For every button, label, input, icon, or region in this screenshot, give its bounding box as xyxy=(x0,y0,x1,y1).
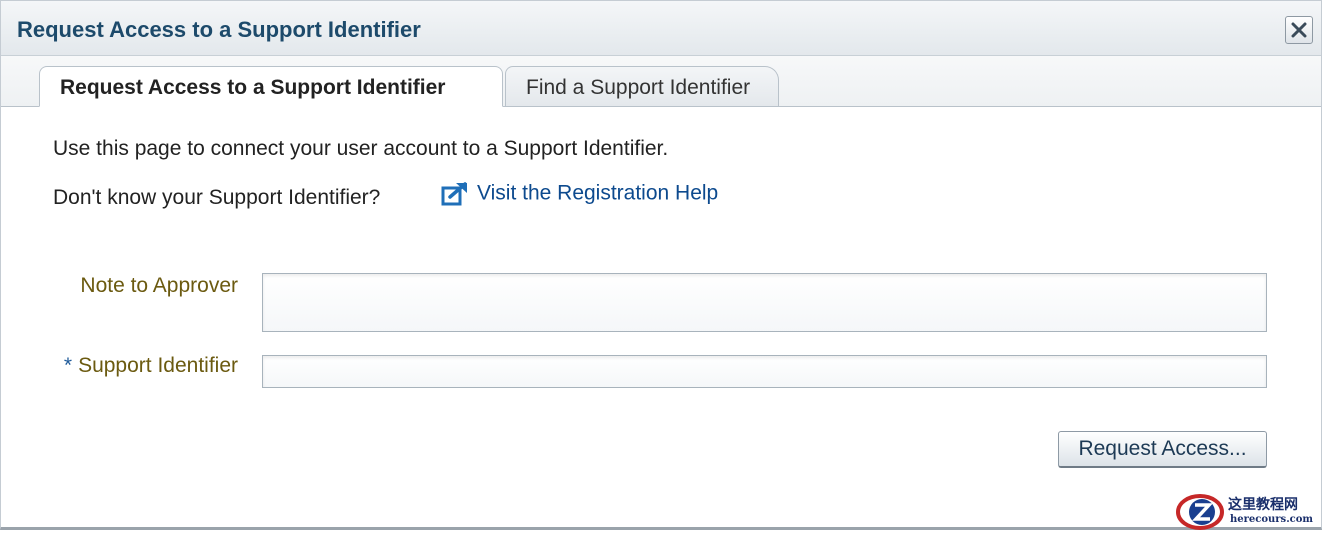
dialog-title: Request Access to a Support Identifier xyxy=(17,17,421,42)
support-identifier-field[interactable] xyxy=(262,355,1267,388)
tab-find-support-identifier[interactable]: Find a Support Identifier xyxy=(505,66,779,106)
request-access-dialog: Request Access to a Support Identifier R… xyxy=(0,0,1322,530)
support-identifier-label-row: * Support Identifier xyxy=(64,354,238,378)
help-question: Don't know your Support Identifier? xyxy=(53,186,381,209)
close-icon xyxy=(1291,22,1307,38)
registration-help-link[interactable]: Visit the Registration Help xyxy=(441,181,718,207)
close-button[interactable] xyxy=(1285,16,1313,44)
note-to-approver-label: Note to Approver xyxy=(80,274,238,297)
watermark: 这里教程网 herecours.com xyxy=(1172,490,1322,534)
required-marker: * xyxy=(63,354,73,377)
tab-request-access[interactable]: Request Access to a Support Identifier xyxy=(39,66,503,107)
request-access-button[interactable]: Request Access... xyxy=(1058,431,1267,468)
intro-text: Use this page to connect your user accou… xyxy=(53,137,669,160)
watermark-logo-icon xyxy=(1176,494,1224,530)
registration-help-label: Visit the Registration Help xyxy=(477,181,719,205)
watermark-chinese-text: 这里教程网 xyxy=(1228,497,1298,513)
watermark-site: herecours.com xyxy=(1230,514,1314,525)
tab-strip: Request Access to a Support Identifier F… xyxy=(1,56,1321,107)
tab-content: Use this page to connect your user accou… xyxy=(1,107,1321,527)
dialog-titlebar: Request Access to a Support Identifier xyxy=(1,1,1321,56)
external-link-icon xyxy=(441,182,467,206)
support-identifier-label: Support Identifier xyxy=(78,354,238,377)
note-to-approver-field[interactable] xyxy=(262,273,1267,332)
